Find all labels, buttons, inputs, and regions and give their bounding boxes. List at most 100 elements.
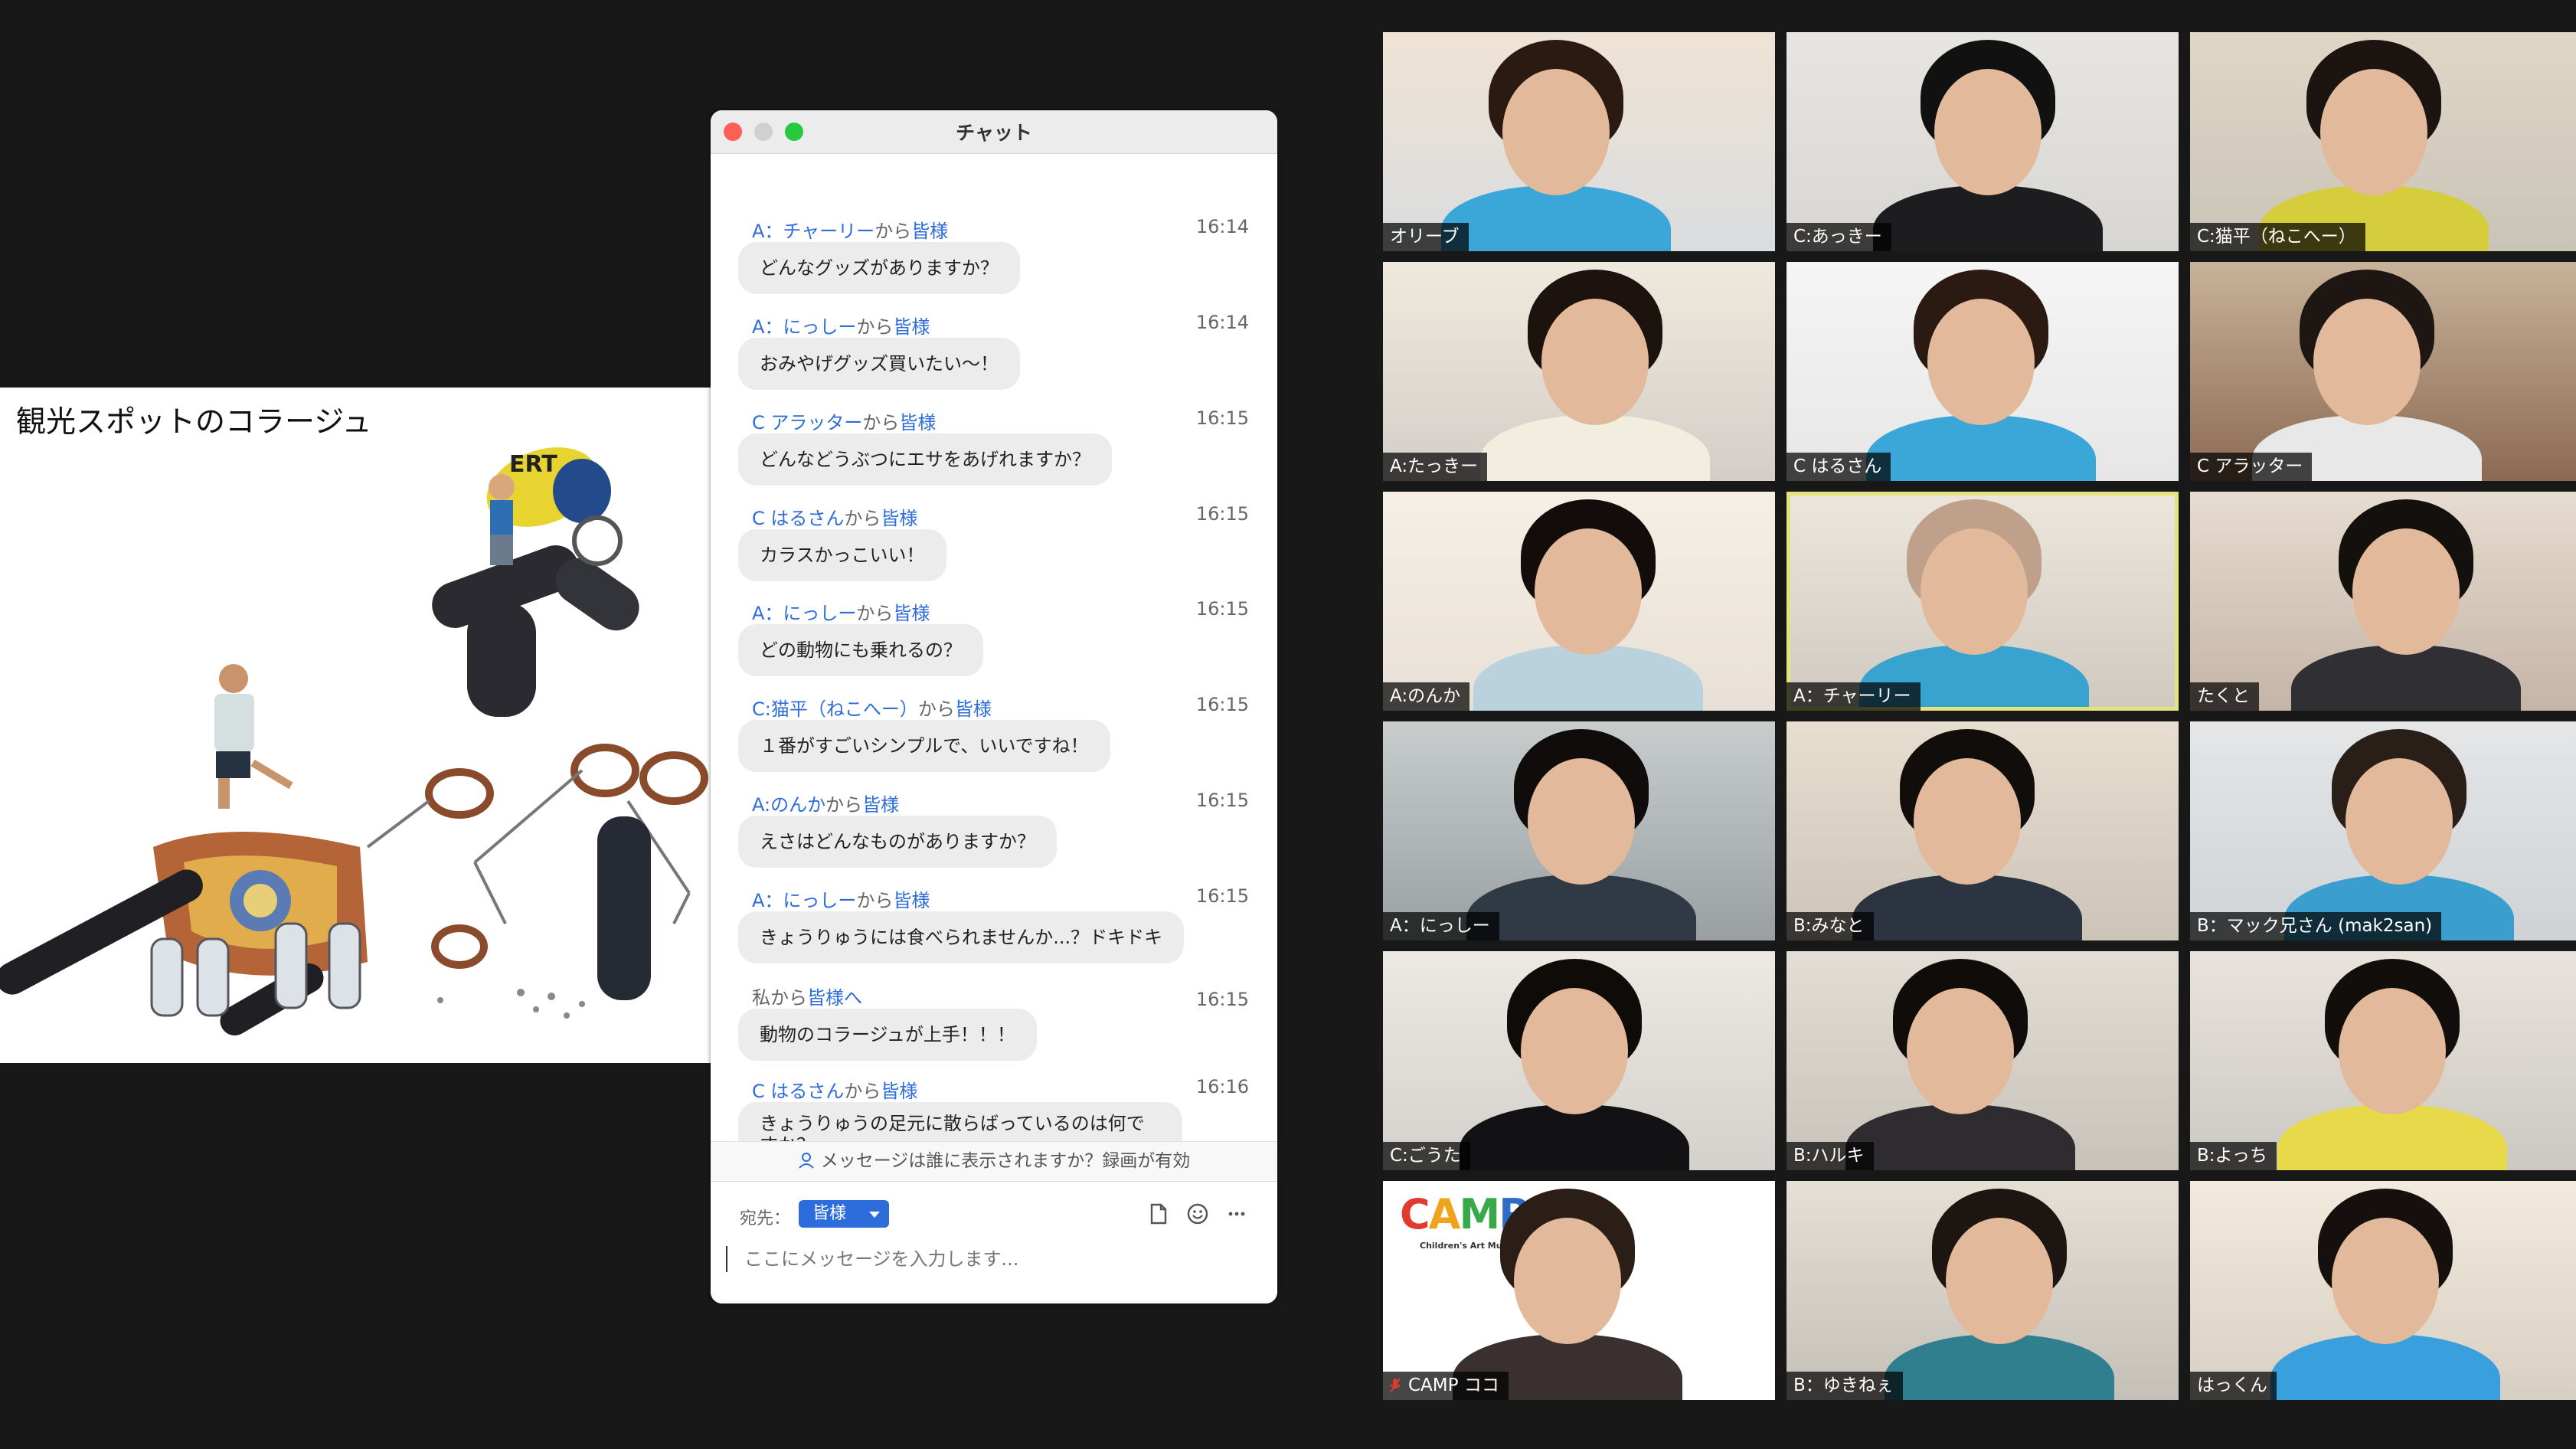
- participant-face: [1914, 758, 2021, 885]
- message-sender[interactable]: C:猫平（ねこへー）: [752, 698, 918, 720]
- participant-face: [1502, 69, 1610, 195]
- participant-name: C:あっきー: [1793, 227, 1882, 247]
- message-header: C はるさんから皆様: [752, 1076, 917, 1103]
- message-bubble: どんなどうぶつにエサをあげれますか？: [738, 433, 1112, 486]
- message-recipient[interactable]: 皆様へ: [807, 987, 862, 1009]
- message-recipient[interactable]: 皆様: [881, 1081, 917, 1102]
- message-from-label: から: [856, 890, 894, 911]
- participant-face: [1514, 1218, 1621, 1344]
- emoji-icon[interactable]: [1184, 1200, 1211, 1228]
- message-sender[interactable]: A：チャーリー: [752, 221, 874, 242]
- message-sender[interactable]: A：にっしー: [752, 603, 856, 624]
- participant-video-tile[interactable]: オリーブ: [1383, 32, 1775, 251]
- message-recipient[interactable]: 皆様: [911, 221, 948, 242]
- participant-video-tile[interactable]: C:あっきー: [1787, 32, 2179, 251]
- recipient-dropdown[interactable]: 皆様: [799, 1200, 889, 1228]
- participant-face: [1927, 299, 2035, 425]
- message-header: C アラッターから皆様: [752, 407, 936, 434]
- recipient-dropdown-value: 皆様: [812, 1204, 847, 1223]
- participant-name-label: たくと: [2190, 682, 2259, 711]
- message-from-label: 私から: [752, 987, 807, 1009]
- message-recipient[interactable]: 皆様: [893, 890, 930, 911]
- participant-video-tile[interactable]: B：マック兄さん (mak2san): [2190, 721, 2576, 940]
- participant-name-label: A：にっしー: [1383, 912, 1499, 940]
- chevron-down-icon: [869, 1212, 880, 1218]
- participant-name-label: C:あっきー: [1787, 223, 1891, 251]
- message-recipient[interactable]: 皆様: [899, 412, 936, 433]
- participant-video-tile[interactable]: たくと: [2190, 492, 2576, 711]
- participant-video-tile[interactable]: A:のんか: [1383, 492, 1775, 711]
- participant-face: [1946, 1218, 2053, 1344]
- message-header: 私から皆様へ: [752, 983, 862, 1009]
- message-bubble: おみやげグッズ買いたい〜！: [738, 338, 1020, 390]
- message-input[interactable]: [726, 1235, 1267, 1283]
- message-recipient[interactable]: 皆様: [862, 794, 899, 816]
- participant-face: [1541, 299, 1649, 425]
- message-time: 16:14: [1195, 312, 1249, 333]
- message-time: 16:15: [1195, 694, 1249, 715]
- message-bubble: カラスかっこいい！: [738, 529, 946, 581]
- message-sender[interactable]: C アラッター: [752, 412, 862, 433]
- participant-name-label: B：ゆきねぇ: [1787, 1372, 1903, 1400]
- message-time: 16:15: [1195, 598, 1249, 620]
- message-time: 16:14: [1195, 216, 1249, 237]
- message-sender[interactable]: C はるさん: [752, 1081, 844, 1102]
- participant-video-tile[interactable]: C:猫平（ねこへー）: [2190, 32, 2576, 251]
- chat-titlebar[interactable]: チャット: [711, 110, 1277, 154]
- participant-face: [2352, 528, 2460, 655]
- message-header: A:のんかから皆様: [752, 790, 899, 816]
- participant-name: B：ゆきねぇ: [1793, 1375, 1894, 1395]
- participant-name: B:みなと: [1793, 916, 1865, 936]
- participant-video-tile[interactable]: A：チャーリー: [1787, 492, 2179, 711]
- participant-face: [1521, 988, 1628, 1114]
- participant-video-tile[interactable]: CAMPChildren's Art Museum & ParkCAMP ココ: [1383, 1181, 1775, 1400]
- chat-visibility-notice[interactable]: メッセージは誰に表示されますか？録画が有効: [711, 1141, 1277, 1180]
- message-sender[interactable]: A：にっしー: [752, 890, 856, 911]
- message-recipient[interactable]: 皆様: [881, 508, 917, 529]
- participant-face: [1528, 758, 1635, 885]
- participant-video-tile[interactable]: B:ハルキ: [1787, 951, 2179, 1170]
- participant-face: [2346, 758, 2453, 885]
- participant-face: [2332, 1218, 2439, 1344]
- file-icon[interactable]: [1144, 1200, 1172, 1228]
- participant-video-tile[interactable]: C はるさん: [1787, 262, 2179, 481]
- participant-video-tile[interactable]: A:たっきー: [1383, 262, 1775, 481]
- message-bubble: どの動物にも乗れるの？: [738, 624, 983, 676]
- message-sender[interactable]: A:のんか: [752, 794, 825, 816]
- participant-name: B：マック兄さん (mak2san): [2197, 916, 2433, 936]
- chat-message-list[interactable]: A：チャーリーから皆様 16:14 どんなグッズがありますか？ A：にっしーから…: [711, 153, 1277, 1166]
- message-recipient[interactable]: 皆様: [893, 603, 930, 624]
- participant-name-label: CAMP ココ: [1383, 1372, 1509, 1400]
- video-grid: オリーブ C:あっきー C:猫平（ねこへー） A:たっきー C はるさん C アラッター A…: [1383, 32, 2576, 1403]
- participant-name: はっくん: [2197, 1375, 2267, 1395]
- chat-visibility-notice-text: メッセージは誰に表示されますか？録画が有効: [820, 1151, 1191, 1171]
- participant-video-tile[interactable]: C:ごうた: [1383, 951, 1775, 1170]
- participant-video-tile[interactable]: B:みなと: [1787, 721, 2179, 940]
- participant-name-label: A：チャーリー: [1787, 682, 1921, 711]
- participant-name: A：にっしー: [1390, 916, 1490, 936]
- message-from-label: から: [844, 508, 881, 529]
- message-recipient[interactable]: 皆様: [955, 698, 992, 720]
- participant-video-tile[interactable]: はっくん: [2190, 1181, 2576, 1400]
- chat-window-title: チャット: [956, 122, 1032, 144]
- chat-window: チャット A：チャーリーから皆様 16:14 どんなグッズがありますか？ A：に…: [711, 110, 1277, 1303]
- participant-video-tile[interactable]: B：ゆきねぇ: [1787, 1181, 2179, 1400]
- message-time: 16:15: [1195, 503, 1249, 525]
- message-header: A：にっしーから皆様: [752, 885, 930, 912]
- participant-video-tile[interactable]: C アラッター: [2190, 262, 2576, 481]
- participant-video-tile[interactable]: B:よっち: [2190, 951, 2576, 1170]
- message-sender[interactable]: A：にっしー: [752, 316, 856, 338]
- participant-face: [2320, 69, 2427, 195]
- participant-name: B:よっち: [2197, 1146, 2267, 1166]
- message-header: A：チャーリーから皆様: [752, 216, 948, 243]
- message-from-label: から: [844, 1081, 881, 1102]
- more-options-icon[interactable]: [1223, 1200, 1250, 1228]
- message-recipient[interactable]: 皆様: [893, 316, 930, 338]
- participant-face: [2339, 988, 2446, 1114]
- recipient-label: 宛先：: [740, 1209, 791, 1228]
- participant-video-tile[interactable]: A：にっしー: [1383, 721, 1775, 940]
- message-sender[interactable]: C はるさん: [752, 508, 844, 529]
- message-header: C:猫平（ねこへー）から皆様: [752, 694, 992, 721]
- participant-name-label: オリーブ: [1383, 223, 1469, 251]
- participant-name: C:猫平（ねこへー）: [2197, 227, 2356, 247]
